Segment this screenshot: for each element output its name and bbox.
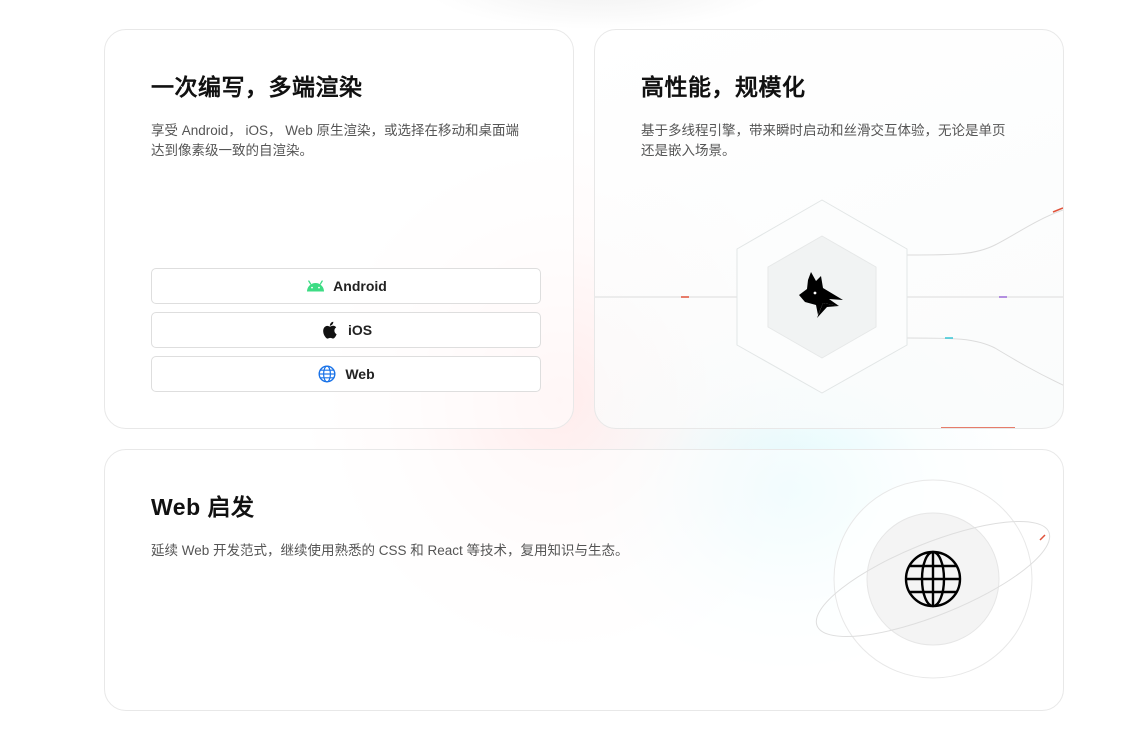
globe-outline-icon (904, 550, 962, 608)
performance-card: 高性能，规模化 基于多线程引擎，带来瞬时启动和丝滑交互体验，无论是单页还是嵌入场… (594, 29, 1064, 429)
orbit-accent (1039, 534, 1046, 541)
ios-button-label: iOS (347, 322, 373, 338)
apple-icon (320, 320, 340, 340)
bottom-right-connector-line (906, 337, 1063, 386)
android-icon (305, 276, 325, 296)
web-button-label: Web (345, 366, 375, 382)
ios-button[interactable]: iOS (151, 312, 541, 348)
background-glow-top (420, 0, 780, 30)
web-button[interactable]: Web (151, 356, 541, 392)
web-inspired-card: Web 启发 延续 Web 开发范式，继续使用熟悉的 CSS 和 React 等… (104, 449, 1064, 711)
android-button[interactable]: Android (151, 268, 541, 304)
top-right-connector-line (906, 209, 1063, 256)
cross-platform-card: 一次编写，多端渲染 享受 Android， iOS， Web 原生渲染，或选择在… (104, 29, 574, 429)
web-globe-illustration (815, 479, 1051, 679)
engine-hexagon-illustration (595, 199, 1063, 428)
globe-icon (317, 364, 337, 384)
cross-platform-description: 享受 Android， iOS， Web 原生渲染，或选择在移动和桌面端达到像素… (151, 123, 520, 158)
cross-platform-title: 一次编写，多端渲染 (151, 74, 363, 100)
android-button-label: Android (333, 278, 387, 294)
